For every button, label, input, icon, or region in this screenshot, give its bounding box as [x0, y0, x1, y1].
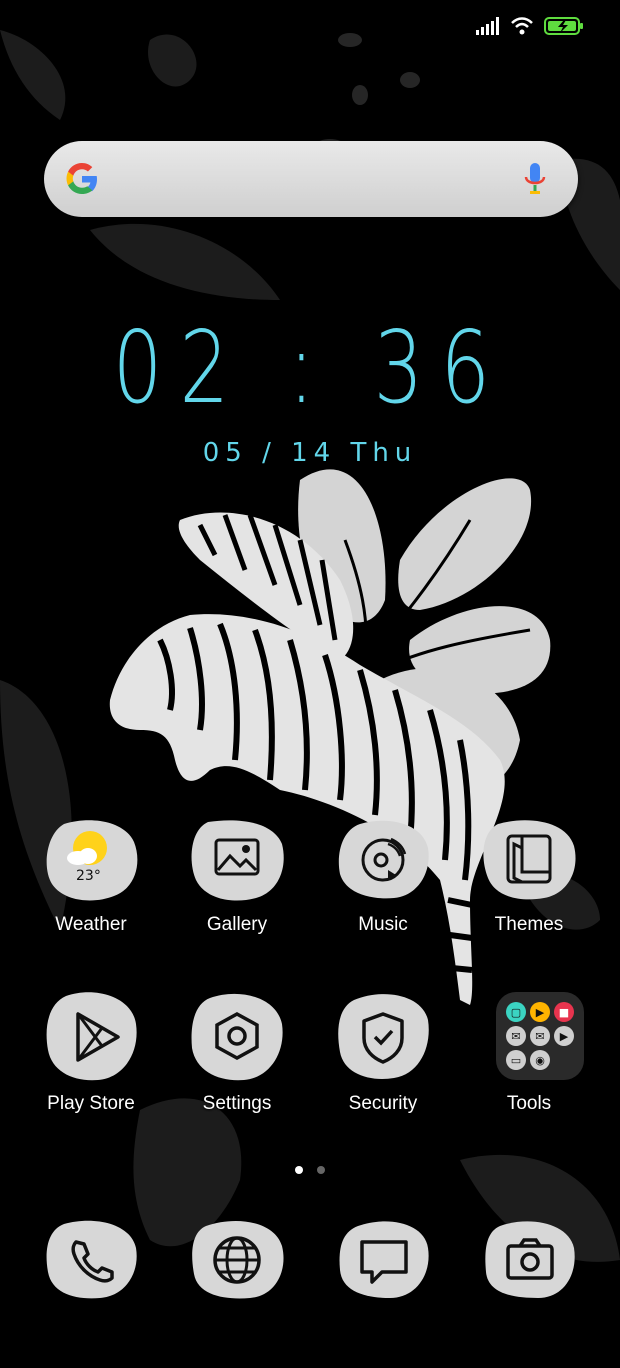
app-gallery[interactable]: Gallery: [164, 818, 310, 968]
music-disc-icon: [336, 818, 430, 902]
dock-browser[interactable]: [164, 1218, 310, 1368]
microphone-icon[interactable]: [522, 161, 548, 202]
app-weather[interactable]: 23° Weather: [18, 818, 164, 968]
page-indicator: [0, 1161, 620, 1179]
app-label: Settings: [202, 1093, 272, 1114]
app-label: Tools: [506, 1093, 552, 1114]
signal-bars-icon: [476, 16, 500, 40]
phone-icon: [44, 1218, 138, 1302]
folder-icon: ▢ ▶ ■ ✉ ✉ ▶ ▭ ◉: [496, 992, 584, 1080]
app-label: Weather: [55, 914, 127, 935]
shield-check-icon: [336, 990, 430, 1084]
settings-hexagon-icon: [190, 990, 284, 1084]
clock-time[interactable]: 02 : 36: [68, 318, 552, 418]
play-store-icon: [44, 990, 138, 1084]
google-search-bar[interactable]: [44, 141, 578, 217]
dock-messages[interactable]: [310, 1218, 456, 1368]
app-themes[interactable]: Themes: [456, 818, 602, 968]
weather-sun-cloud-icon: [44, 818, 138, 902]
dock-camera[interactable]: [456, 1218, 602, 1368]
status-bar: [476, 14, 584, 42]
camera-icon: [482, 1218, 576, 1302]
app-label: Music: [358, 914, 408, 935]
globe-icon: [190, 1218, 284, 1302]
image-icon: [190, 818, 284, 902]
app-label: Gallery: [206, 914, 268, 935]
themes-icon: [482, 818, 576, 902]
dock-phone[interactable]: [18, 1218, 164, 1368]
message-icon: [336, 1218, 430, 1302]
mini-app-icon: ■: [554, 1002, 574, 1022]
page-dot-active[interactable]: [295, 1166, 303, 1174]
app-music[interactable]: Music: [310, 818, 456, 968]
battery-charging-icon: [544, 16, 584, 41]
wifi-icon: [510, 16, 534, 41]
mini-app-icon: ▶: [554, 1026, 574, 1046]
mini-app-icon: ▢: [506, 1002, 526, 1022]
app-label: Security: [348, 1093, 418, 1114]
app-play-store[interactable]: Play Store: [18, 990, 164, 1140]
mini-app-icon: ◉: [530, 1050, 550, 1070]
mini-app-icon: ✉: [506, 1026, 526, 1046]
mini-app-icon: ▶: [530, 1002, 550, 1022]
clock-date: 05 / 14 Thu: [202, 438, 418, 468]
app-tools-folder[interactable]: ▢ ▶ ■ ✉ ✉ ▶ ▭ ◉ Tools: [456, 992, 602, 1142]
google-g-icon: [64, 161, 100, 202]
app-settings[interactable]: Settings: [164, 990, 310, 1140]
app-label: Play Store: [47, 1093, 135, 1114]
mini-app-icon: ✉: [530, 1026, 550, 1046]
app-label: Themes: [494, 914, 564, 935]
mini-app-icon: ▭: [506, 1050, 526, 1070]
weather-temperature: 23°: [76, 868, 101, 884]
page-dot[interactable]: [317, 1166, 325, 1174]
app-security[interactable]: Security: [310, 990, 456, 1140]
